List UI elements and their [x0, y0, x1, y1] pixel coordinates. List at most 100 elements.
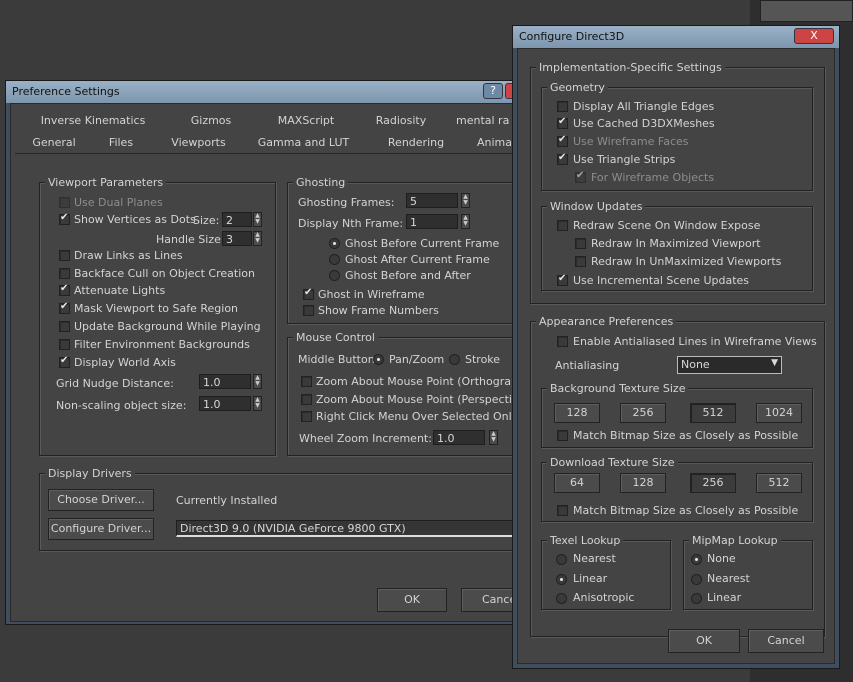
stroke-radio[interactable] — [449, 354, 460, 365]
ghost-before-radio[interactable] — [329, 238, 340, 249]
size-label: Size: — [193, 214, 220, 227]
texel-anisotropic-radio[interactable] — [556, 593, 567, 604]
ok-button[interactable]: OK — [668, 629, 740, 653]
ghost-before-after-radio[interactable] — [329, 270, 340, 281]
use-dual-planes-checkbox[interactable] — [59, 197, 70, 208]
triangle-strips-checkbox[interactable] — [557, 152, 568, 165]
bg-size-1024-button[interactable]: 1024 — [756, 403, 802, 423]
cached-meshes-label: Use Cached D3DXMeshes — [573, 117, 715, 130]
dl-size-64-button[interactable]: 64 — [554, 473, 600, 493]
dropdown-arrow-icon: ▼ — [771, 358, 778, 368]
cancel-button[interactable]: Cancel — [748, 629, 824, 653]
texel-linear-radio[interactable] — [556, 574, 567, 585]
redraw-unmaximized-checkbox[interactable] — [575, 256, 586, 267]
close-button[interactable]: X — [794, 28, 834, 44]
ghosting-frames-input[interactable]: 5 — [406, 193, 458, 208]
group-legend: Geometry — [547, 81, 608, 94]
tab-rendering[interactable]: Rendering — [381, 136, 451, 149]
tab-gamma-lut[interactable]: Gamma and LUT — [246, 136, 361, 149]
bg-size-128-button[interactable]: 128 — [554, 403, 600, 423]
pan-zoom-radio[interactable] — [373, 354, 384, 365]
choose-driver-button[interactable]: Choose Driver... — [48, 489, 154, 511]
ghosting-frames-label: Ghosting Frames: — [298, 196, 395, 209]
redraw-on-expose-label: Redraw Scene On Window Expose — [573, 219, 761, 232]
draw-links-checkbox[interactable] — [59, 250, 70, 261]
display-nth-frame-input[interactable]: 1 — [406, 214, 458, 229]
display-world-axis-checkbox[interactable] — [59, 355, 70, 368]
mip-linear-label: Linear — [707, 591, 742, 604]
show-vertices-label: Show Vertices as Dots — [74, 213, 196, 226]
triangle-strips-label: Use Triangle Strips — [573, 153, 676, 166]
currently-installed-label: Currently Installed — [176, 494, 278, 507]
texel-anisotropic-label: Anisotropic — [573, 591, 635, 604]
redraw-on-expose-checkbox[interactable] — [557, 220, 568, 231]
right-click-menu-label: Right Click Menu Over Selected Only — [316, 410, 519, 423]
nonscaling-size-spinner[interactable]: ▲ ▼ — [253, 396, 262, 411]
bg-size-256-button[interactable]: 256 — [620, 403, 666, 423]
help-button[interactable]: ? — [483, 83, 503, 99]
group-legend: Download Texture Size — [547, 456, 678, 469]
tab-files[interactable]: Files — [91, 136, 151, 149]
ok-button[interactable]: OK — [377, 588, 447, 612]
dl-size-256-button[interactable]: 256 — [690, 473, 736, 493]
ghost-before-after-label: Ghost Before and After — [345, 269, 471, 282]
display-all-edges-checkbox[interactable] — [557, 101, 568, 112]
handle-size-input[interactable]: 3 — [222, 231, 252, 246]
update-background-checkbox[interactable] — [59, 321, 70, 332]
mask-viewport-checkbox[interactable] — [59, 301, 70, 314]
ghost-after-radio[interactable] — [329, 254, 340, 265]
mip-nearest-radio[interactable] — [691, 574, 702, 585]
tab-inverse-kinematics[interactable]: Inverse Kinematics — [19, 114, 167, 127]
tab-general[interactable]: General — [19, 136, 89, 149]
wheel-zoom-input[interactable]: 1.0 — [433, 430, 485, 445]
grid-nudge-input[interactable]: 1.0 — [199, 374, 251, 389]
texel-linear-label: Linear — [573, 572, 608, 585]
ghosting-frames-spinner[interactable]: ▲ ▼ — [461, 193, 470, 208]
backface-cull-checkbox[interactable] — [59, 268, 70, 279]
display-nth-frame-spinner[interactable]: ▲ ▼ — [461, 214, 470, 229]
ghost-after-label: Ghost After Current Frame — [345, 253, 490, 266]
ghost-wireframe-label: Ghost in Wireframe — [318, 288, 425, 301]
dl-match-bitmap-checkbox[interactable] — [557, 505, 568, 516]
right-click-menu-checkbox[interactable] — [301, 411, 312, 422]
texel-nearest-radio[interactable] — [556, 554, 567, 565]
zoom-ortho-checkbox[interactable] — [301, 376, 312, 387]
for-wireframe-objects-checkbox[interactable] — [575, 170, 586, 183]
group-legend: Background Texture Size — [547, 382, 689, 395]
filter-environment-checkbox[interactable] — [59, 339, 70, 350]
backface-cull-label: Backface Cull on Object Creation — [74, 267, 255, 280]
configure-direct3d-window: Configure Direct3D X Implementation-Spec… — [512, 25, 840, 669]
cached-meshes-checkbox[interactable] — [557, 116, 568, 129]
tab-viewports[interactable]: Viewports — [161, 136, 236, 149]
mip-linear-radio[interactable] — [691, 593, 702, 604]
window-title: Configure Direct3D — [519, 30, 625, 43]
wheel-zoom-spinner[interactable]: ▲ ▼ — [489, 430, 498, 445]
wireframe-faces-checkbox[interactable] — [557, 134, 568, 147]
size-input[interactable]: 2 — [222, 212, 252, 227]
configure-driver-button[interactable]: Configure Driver... — [48, 518, 154, 540]
ghost-wireframe-checkbox[interactable] — [303, 287, 314, 300]
zoom-persp-checkbox[interactable] — [301, 394, 312, 405]
dl-size-128-button[interactable]: 128 — [620, 473, 666, 493]
redraw-maximized-checkbox[interactable] — [575, 238, 586, 249]
grid-nudge-label: Grid Nudge Distance: — [56, 377, 174, 390]
handle-size-label: Handle Size: — [156, 233, 225, 246]
tab-gizmos[interactable]: Gizmos — [171, 114, 251, 127]
handle-size-spinner[interactable]: ▲ ▼ — [253, 231, 262, 246]
incremental-updates-checkbox[interactable] — [557, 273, 568, 286]
bg-size-512-button[interactable]: 512 — [690, 403, 736, 423]
tab-maxscript[interactable]: MAXScript — [261, 114, 351, 127]
antialiased-lines-checkbox[interactable] — [557, 336, 568, 347]
bg-match-bitmap-checkbox[interactable] — [557, 430, 568, 441]
show-vertices-checkbox[interactable] — [59, 212, 70, 225]
nonscaling-size-input[interactable]: 1.0 — [199, 396, 251, 411]
antialiasing-select[interactable]: None ▼ — [677, 356, 782, 374]
attenuate-lights-checkbox[interactable] — [59, 283, 70, 296]
show-frame-numbers-checkbox[interactable] — [303, 305, 314, 316]
tab-radiosity[interactable]: Radiosity — [356, 114, 446, 127]
grid-nudge-spinner[interactable]: ▲ ▼ — [253, 374, 262, 389]
dl-size-512-button[interactable]: 512 — [756, 473, 802, 493]
group-legend: Display Drivers — [45, 467, 135, 480]
size-spinner[interactable]: ▲ ▼ — [253, 212, 262, 227]
mip-none-radio[interactable] — [691, 554, 702, 565]
